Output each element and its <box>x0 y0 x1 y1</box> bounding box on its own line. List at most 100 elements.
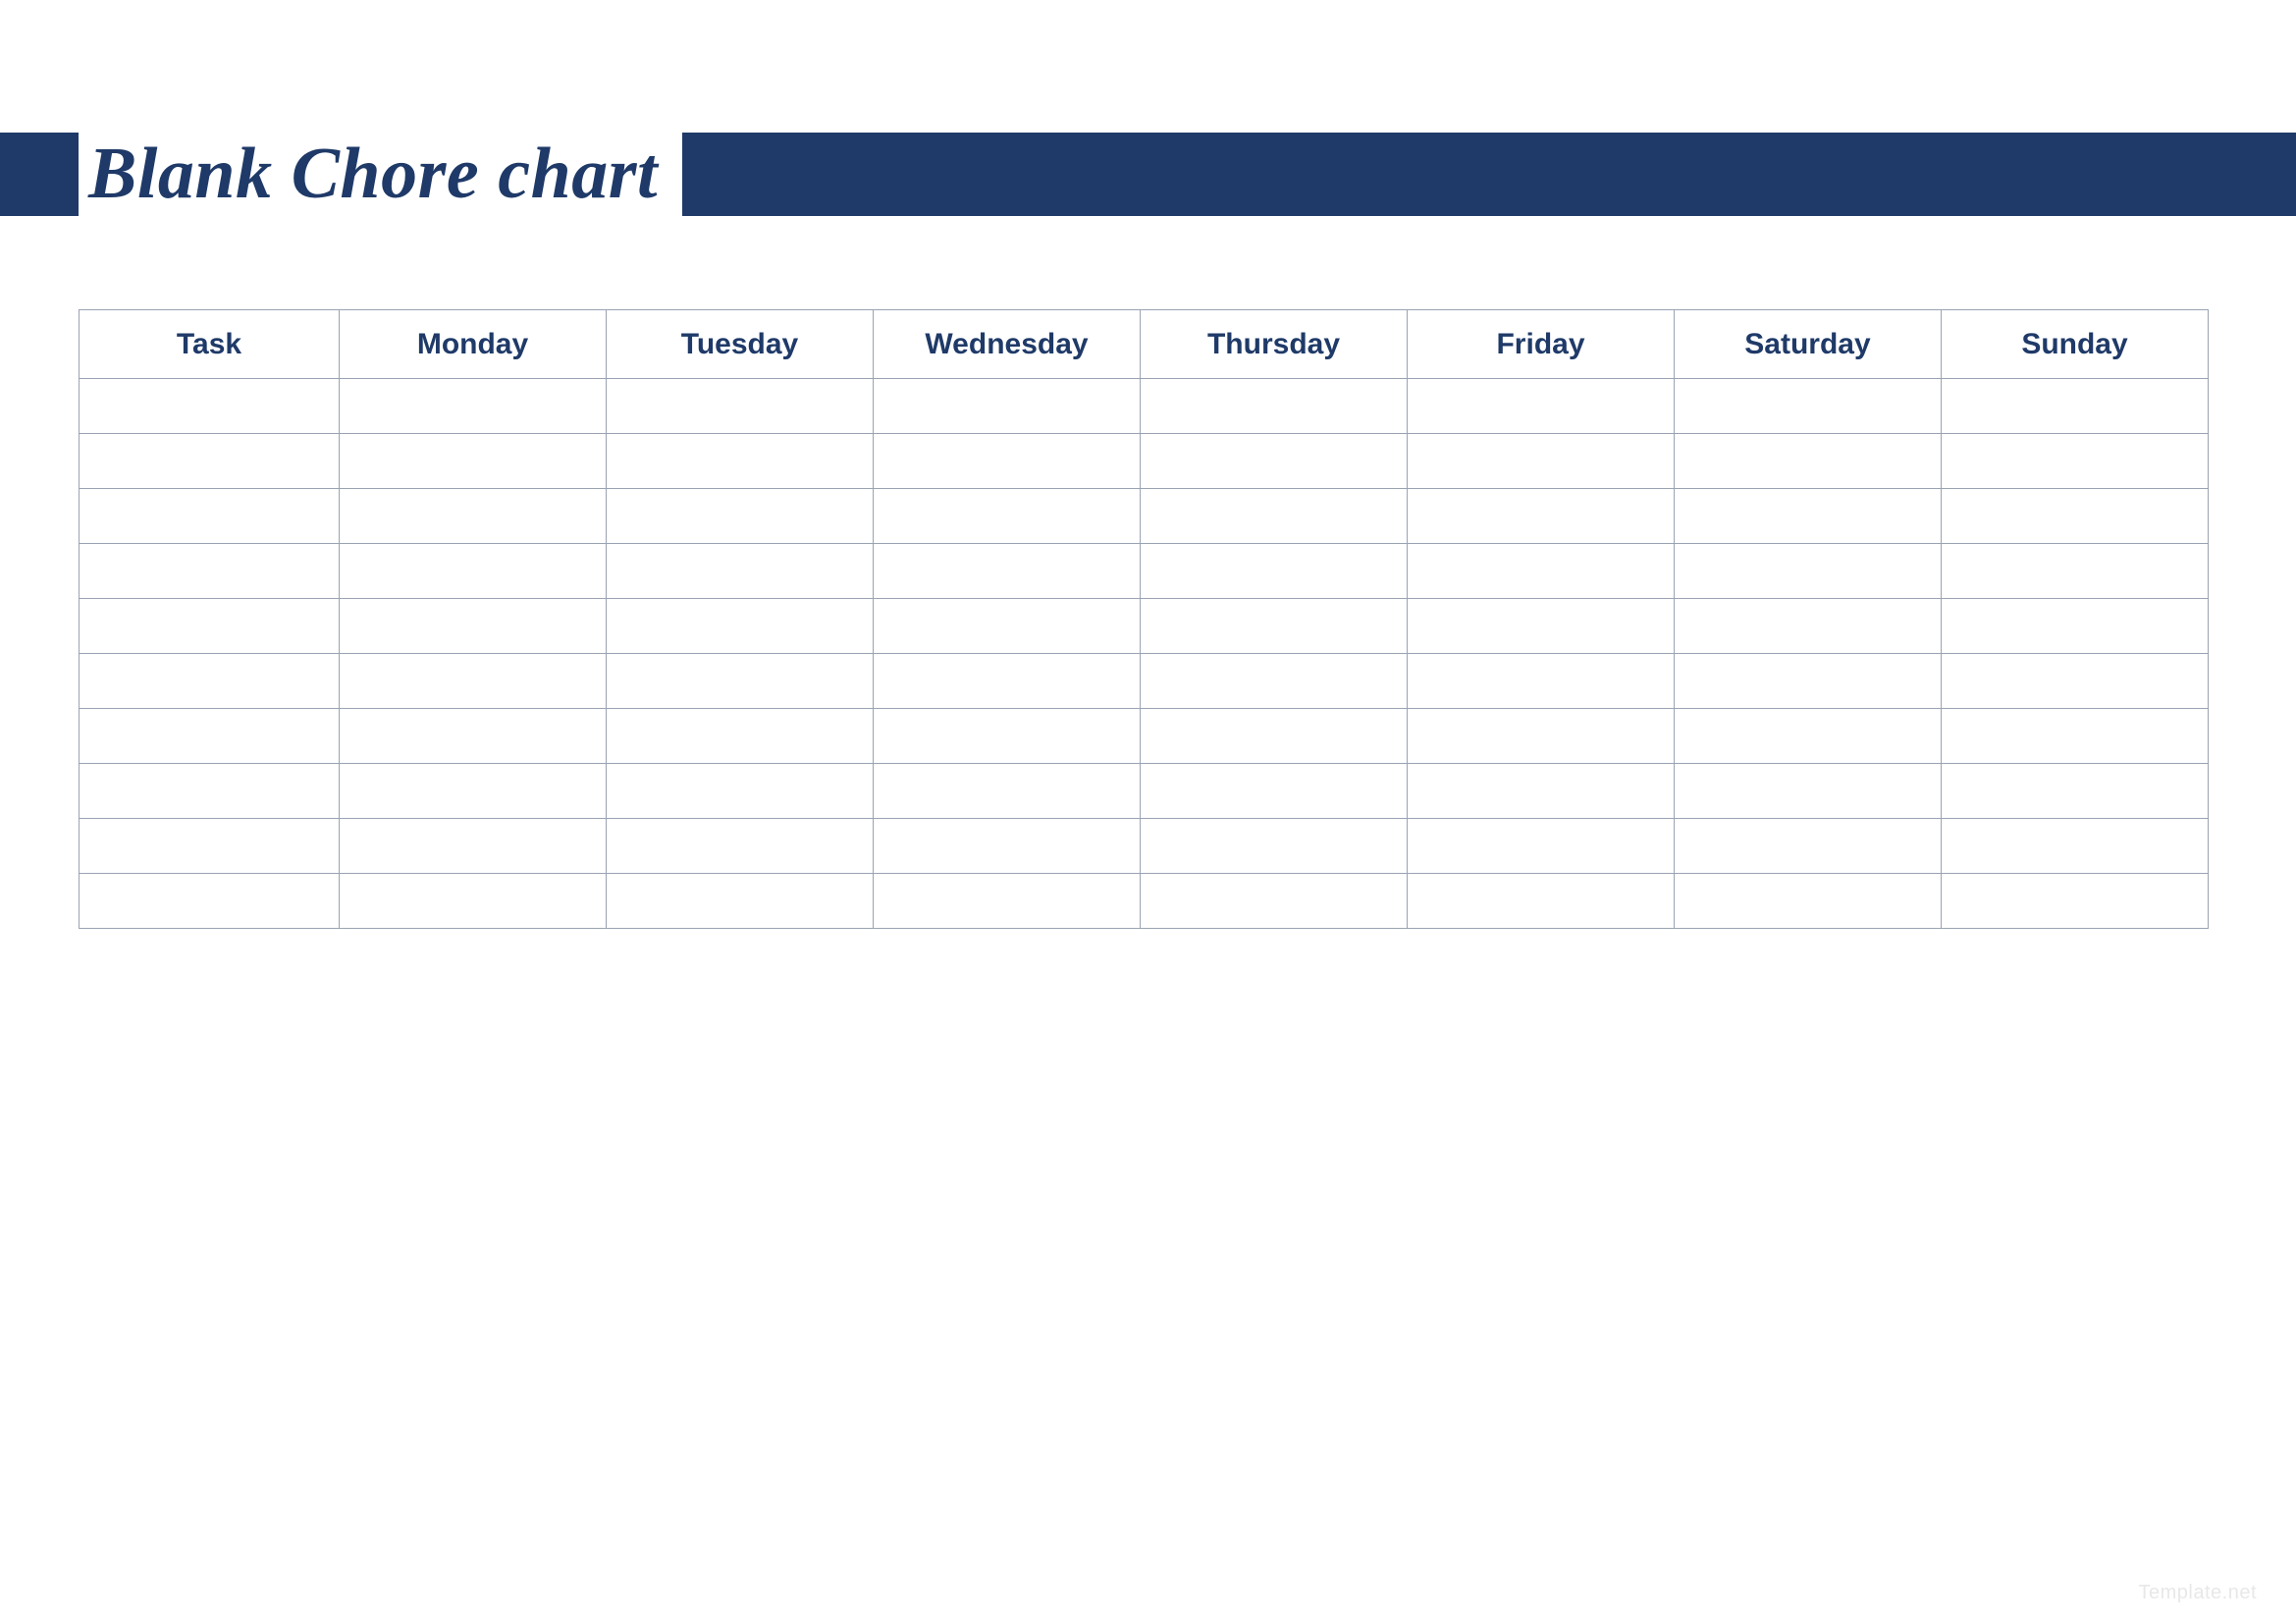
title-banner: Blank Chore chart <box>0 133 2296 216</box>
day-cell <box>1141 874 1408 929</box>
table-row <box>80 764 2209 819</box>
col-header-saturday: Saturday <box>1675 310 1942 379</box>
day-cell <box>1408 874 1675 929</box>
table-row <box>80 654 2209 709</box>
day-cell <box>1942 819 2209 874</box>
day-cell <box>1141 819 1408 874</box>
task-cell <box>80 599 340 654</box>
day-cell <box>1408 544 1675 599</box>
day-cell <box>340 874 607 929</box>
day-cell <box>874 544 1141 599</box>
watermark: Template.net <box>2138 1582 2257 1604</box>
day-cell <box>1675 819 1942 874</box>
day-cell <box>340 599 607 654</box>
day-cell <box>1141 599 1408 654</box>
day-cell <box>607 544 874 599</box>
task-cell <box>80 709 340 764</box>
day-cell <box>1408 764 1675 819</box>
task-cell <box>80 434 340 489</box>
day-cell <box>1942 599 2209 654</box>
task-cell <box>80 819 340 874</box>
day-cell <box>340 489 607 544</box>
day-cell <box>1408 489 1675 544</box>
day-cell <box>607 489 874 544</box>
col-header-wednesday: Wednesday <box>874 310 1141 379</box>
day-cell <box>1942 709 2209 764</box>
col-header-friday: Friday <box>1408 310 1675 379</box>
col-header-monday: Monday <box>340 310 607 379</box>
day-cell <box>874 874 1141 929</box>
day-cell <box>874 819 1141 874</box>
day-cell <box>1942 379 2209 434</box>
day-cell <box>1141 654 1408 709</box>
day-cell <box>1675 434 1942 489</box>
day-cell <box>1141 379 1408 434</box>
day-cell <box>607 379 874 434</box>
day-cell <box>340 654 607 709</box>
day-cell <box>1141 709 1408 764</box>
task-cell <box>80 489 340 544</box>
chore-table: Task Monday Tuesday Wednesday Thursday F… <box>79 309 2209 929</box>
day-cell <box>607 709 874 764</box>
day-cell <box>874 709 1141 764</box>
table-row <box>80 379 2209 434</box>
col-header-sunday: Sunday <box>1942 310 2209 379</box>
chore-table-body <box>80 379 2209 929</box>
table-row <box>80 489 2209 544</box>
day-cell <box>1141 764 1408 819</box>
day-cell <box>1675 654 1942 709</box>
banner-bar-right <box>682 133 2296 216</box>
title-box: Blank Chore chart <box>79 133 682 216</box>
day-cell <box>1942 764 2209 819</box>
chore-table-container: Task Monday Tuesday Wednesday Thursday F… <box>79 309 2209 929</box>
day-cell <box>1141 489 1408 544</box>
day-cell <box>1408 709 1675 764</box>
table-row <box>80 874 2209 929</box>
task-cell <box>80 654 340 709</box>
task-cell <box>80 544 340 599</box>
day-cell <box>607 874 874 929</box>
day-cell <box>1408 434 1675 489</box>
day-cell <box>340 379 607 434</box>
table-row <box>80 599 2209 654</box>
day-cell <box>607 819 874 874</box>
task-cell <box>80 764 340 819</box>
col-header-thursday: Thursday <box>1141 310 1408 379</box>
day-cell <box>874 434 1141 489</box>
day-cell <box>1675 764 1942 819</box>
banner-bar-left <box>0 133 79 216</box>
day-cell <box>874 379 1141 434</box>
day-cell <box>1675 874 1942 929</box>
table-row <box>80 819 2209 874</box>
day-cell <box>340 709 607 764</box>
day-cell <box>1942 874 2209 929</box>
table-row <box>80 709 2209 764</box>
day-cell <box>1942 434 2209 489</box>
day-cell <box>1141 434 1408 489</box>
day-cell <box>1408 379 1675 434</box>
col-header-tuesday: Tuesday <box>607 310 874 379</box>
day-cell <box>1675 379 1942 434</box>
day-cell <box>607 599 874 654</box>
day-cell <box>340 764 607 819</box>
table-header-row: Task Monday Tuesday Wednesday Thursday F… <box>80 310 2209 379</box>
day-cell <box>874 489 1141 544</box>
day-cell <box>1942 544 2209 599</box>
day-cell <box>1408 654 1675 709</box>
task-cell <box>80 379 340 434</box>
day-cell <box>1675 489 1942 544</box>
task-cell <box>80 874 340 929</box>
page-title: Blank Chore chart <box>88 133 658 216</box>
day-cell <box>340 819 607 874</box>
day-cell <box>340 544 607 599</box>
day-cell <box>1675 599 1942 654</box>
day-cell <box>340 434 607 489</box>
day-cell <box>1141 544 1408 599</box>
day-cell <box>1675 544 1942 599</box>
table-row <box>80 544 2209 599</box>
day-cell <box>1942 654 2209 709</box>
day-cell <box>607 434 874 489</box>
day-cell <box>874 764 1141 819</box>
day-cell <box>1408 599 1675 654</box>
day-cell <box>1408 819 1675 874</box>
